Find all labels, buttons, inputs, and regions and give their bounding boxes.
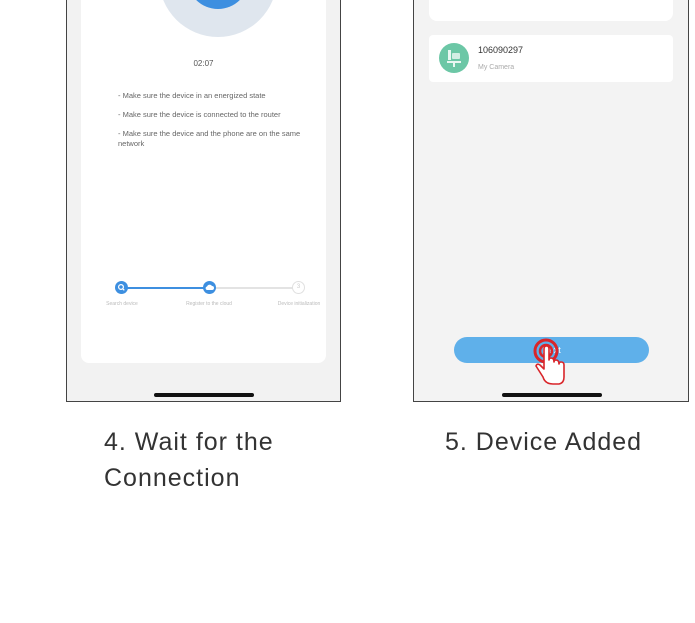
connection-card: 02:07 - Make sure the device in an energ… <box>81 0 326 363</box>
step-connector-done <box>126 287 204 289</box>
step-dot-search <box>115 281 128 294</box>
tip-item: - Make sure the device is connected to t… <box>118 110 281 119</box>
camera-icon <box>447 50 461 67</box>
progress-steps: 3 Search device Register to the cloud De… <box>106 281 331 331</box>
tap-hand-icon <box>533 338 565 385</box>
device-name: My Camera <box>478 64 515 71</box>
step-dot-init: 3 <box>292 281 305 294</box>
device-id: 106090297 <box>478 45 524 55</box>
device-avatar <box>439 43 469 73</box>
cloud-badge <box>187 0 249 9</box>
header-card <box>429 0 673 21</box>
step-label: Device initialization <box>277 301 321 307</box>
caption-step-5: 5. Device Added <box>445 428 643 456</box>
tips-list: - Make sure the device in an energized s… <box>118 91 318 158</box>
phone-screen-wait-connection: 02:07 - Make sure the device in an energ… <box>66 0 341 402</box>
tip-item: - Make sure the device in an energized s… <box>118 91 266 100</box>
caption-line: 4. Wait for the <box>104 428 274 456</box>
step-label: Register to the cloud <box>186 301 232 307</box>
tip-item: - Make sure the device and the phone are… <box>118 129 301 148</box>
caption-line: Connection <box>104 464 241 492</box>
countdown-timer: 02:07 <box>193 59 214 68</box>
step-label: Search device <box>106 301 138 307</box>
home-indicator <box>154 393 254 397</box>
cloud-icon <box>205 284 214 290</box>
step-dot-cloud <box>203 281 216 294</box>
device-list-item[interactable]: 106090297 My Camera <box>429 35 673 82</box>
step-connector-pending <box>215 287 293 289</box>
search-icon <box>117 283 125 291</box>
caption-step-4: 4. Wait for the Connection <box>104 424 274 496</box>
progress-ring <box>159 0 277 37</box>
home-indicator <box>502 393 602 397</box>
